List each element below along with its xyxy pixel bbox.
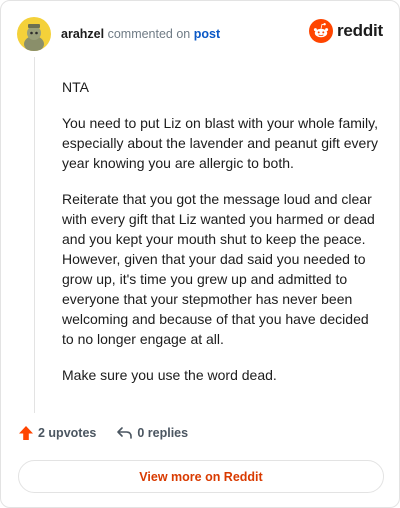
- replies-button[interactable]: 0 replies: [116, 425, 188, 441]
- comment-header: arahzel commented on post reddit: [17, 15, 383, 53]
- upvote-arrow-icon: [19, 426, 33, 440]
- reply-arrow-icon: [117, 427, 133, 439]
- upvote-count: 2 upvotes: [38, 426, 97, 440]
- comment-paragraph: You need to put Liz on blast with your w…: [62, 115, 378, 171]
- comment-paragraph: Reiterate that you got the message loud …: [62, 191, 375, 347]
- comment-body: NTA You need to put Liz on blast with yo…: [62, 77, 380, 401]
- view-more-on-reddit-button[interactable]: View more on Reddit: [18, 460, 384, 493]
- thread-line: [34, 57, 35, 413]
- comment-paragraph: Make sure you use the word dead.: [62, 367, 277, 383]
- reddit-snoo-icon: [308, 19, 333, 43]
- embedded-comment-card: arahzel commented on post reddit NTA You…: [0, 0, 400, 508]
- reddit-logo[interactable]: reddit: [308, 19, 383, 43]
- comment-paragraph: NTA: [62, 79, 89, 95]
- upvote-button[interactable]: 2 upvotes: [18, 425, 96, 441]
- user-avatar[interactable]: [17, 17, 51, 51]
- comment-meta: arahzel commented on post: [61, 26, 220, 42]
- post-link[interactable]: post: [194, 27, 220, 41]
- author-username[interactable]: arahzel: [61, 27, 104, 41]
- comment-actions: 2 upvotes 0 replies: [18, 425, 188, 441]
- commented-on-text: commented on: [107, 27, 191, 41]
- reddit-wordmark: reddit: [336, 21, 383, 40]
- reply-count: 0 replies: [137, 426, 189, 440]
